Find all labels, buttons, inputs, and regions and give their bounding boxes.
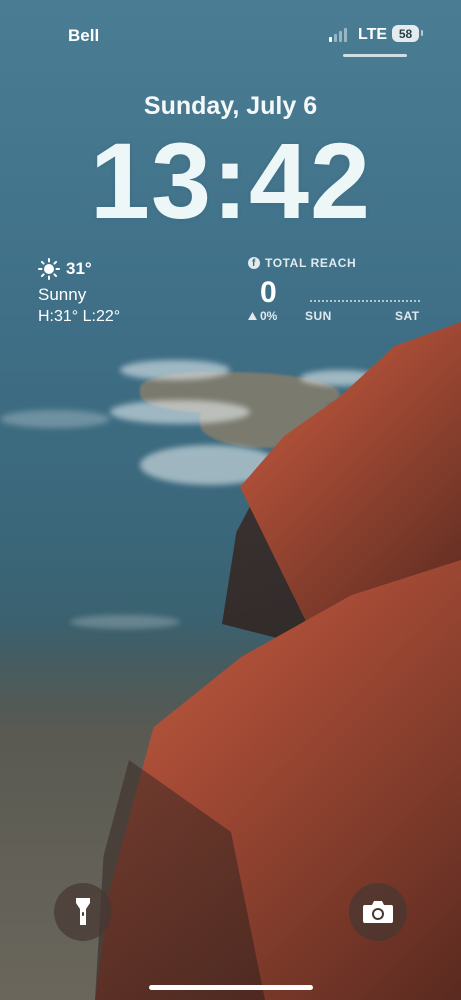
weather-condition: Sunny	[38, 285, 87, 304]
network-type-label: LTE	[358, 26, 388, 43]
reach-start-day: SUN	[305, 309, 332, 323]
camera-icon	[363, 901, 393, 923]
battery-level: 58	[398, 26, 413, 41]
weather-high-low: H:31° L:22°	[38, 308, 121, 325]
home-indicator[interactable]	[149, 985, 313, 990]
signal-strength-icon	[329, 28, 347, 42]
lock-screen-time: 13:42	[89, 120, 372, 241]
lock-screen-date: Sunday, July 6	[143, 92, 318, 120]
flashlight-button[interactable]	[54, 883, 112, 941]
reach-trend-line	[310, 300, 420, 302]
wallpaper-wave	[120, 360, 230, 380]
reach-title: TOTAL REACH	[265, 256, 357, 270]
up-triangle-icon	[248, 312, 257, 320]
reach-end-day: SAT	[395, 309, 420, 323]
reach-change-value: 0%	[260, 309, 278, 323]
sun-icon	[38, 258, 60, 280]
reach-value: 0	[260, 276, 277, 309]
control-center-indicator[interactable]	[343, 54, 407, 57]
weather-temperature: 31°	[66, 259, 92, 278]
camera-button[interactable]	[349, 883, 407, 941]
battery-tip	[421, 30, 423, 36]
carrier-label: Bell	[68, 26, 100, 45]
reach-change: 0%	[248, 309, 277, 323]
facebook-icon: f	[248, 257, 260, 269]
battery-icon: 58	[392, 25, 419, 42]
flashlight-icon	[76, 898, 90, 925]
weather-widget[interactable]: 31° Sunny H:31° L:22°	[38, 258, 120, 326]
total-reach-widget[interactable]: f TOTAL REACH 0 0% SUN SAT	[248, 256, 428, 323]
wallpaper-wave	[110, 400, 250, 424]
wallpaper-wave	[0, 410, 110, 428]
